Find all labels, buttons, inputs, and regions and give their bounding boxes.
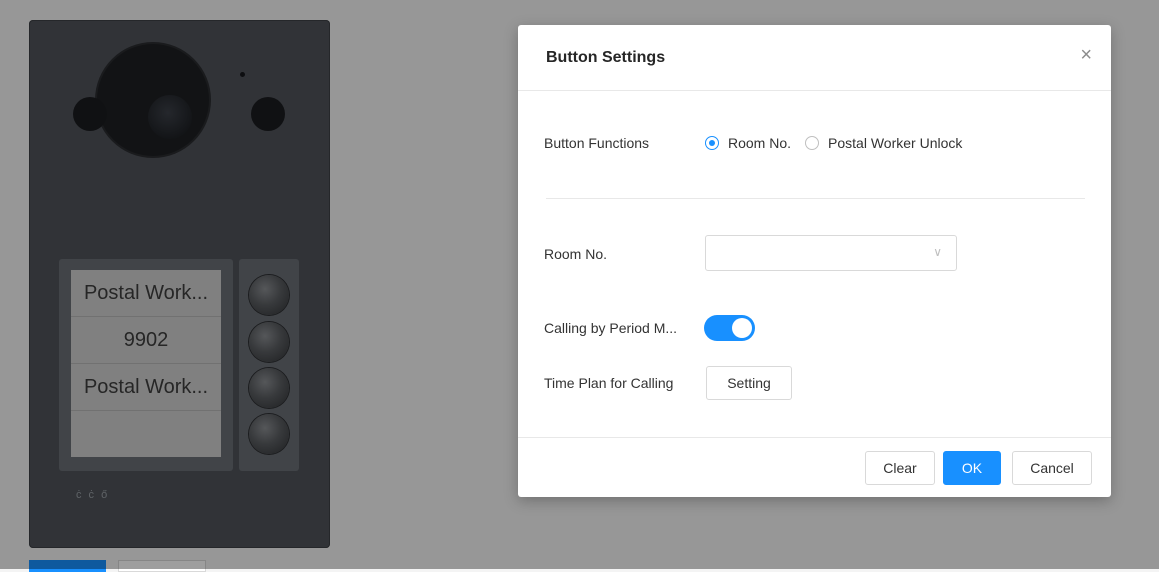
setting-button[interactable]: Setting <box>706 366 792 400</box>
close-icon[interactable]: × <box>1080 43 1092 67</box>
dialog-header: Button Settings × <box>518 25 1111 91</box>
radio-postal-worker-unlock[interactable]: Postal Worker Unlock <box>805 135 962 151</box>
radio-postal-worker-unlock-label: Postal Worker Unlock <box>828 135 963 151</box>
footer-divider <box>518 437 1111 438</box>
button-functions-label: Button Functions <box>544 135 650 151</box>
clear-button[interactable]: Clear <box>865 451 935 485</box>
ok-button[interactable]: OK <box>943 451 1001 485</box>
room-no-select[interactable]: ∨ <box>705 235 957 271</box>
radio-unchecked-icon <box>805 136 820 150</box>
radio-room-no-label: Room No. <box>728 135 792 151</box>
radio-room-no[interactable]: Room No. <box>705 135 791 151</box>
calling-by-period-label: Calling by Period M... <box>544 320 678 336</box>
button-settings-dialog: Button Settings × Button Functions Room … <box>518 25 1111 497</box>
section-divider <box>546 198 1085 199</box>
calling-by-period-toggle[interactable] <box>704 315 755 341</box>
dialog-title: Button Settings <box>546 49 666 66</box>
cancel-button[interactable]: Cancel <box>1012 451 1092 485</box>
radio-checked-icon <box>705 136 719 150</box>
chevron-down-icon: ∨ <box>933 245 942 259</box>
button-functions-radio-group: Room No. Postal Worker Unlock <box>705 135 976 151</box>
time-plan-label: Time Plan for Calling <box>544 375 674 391</box>
toggle-knob <box>732 318 752 338</box>
room-no-label: Room No. <box>544 246 608 262</box>
